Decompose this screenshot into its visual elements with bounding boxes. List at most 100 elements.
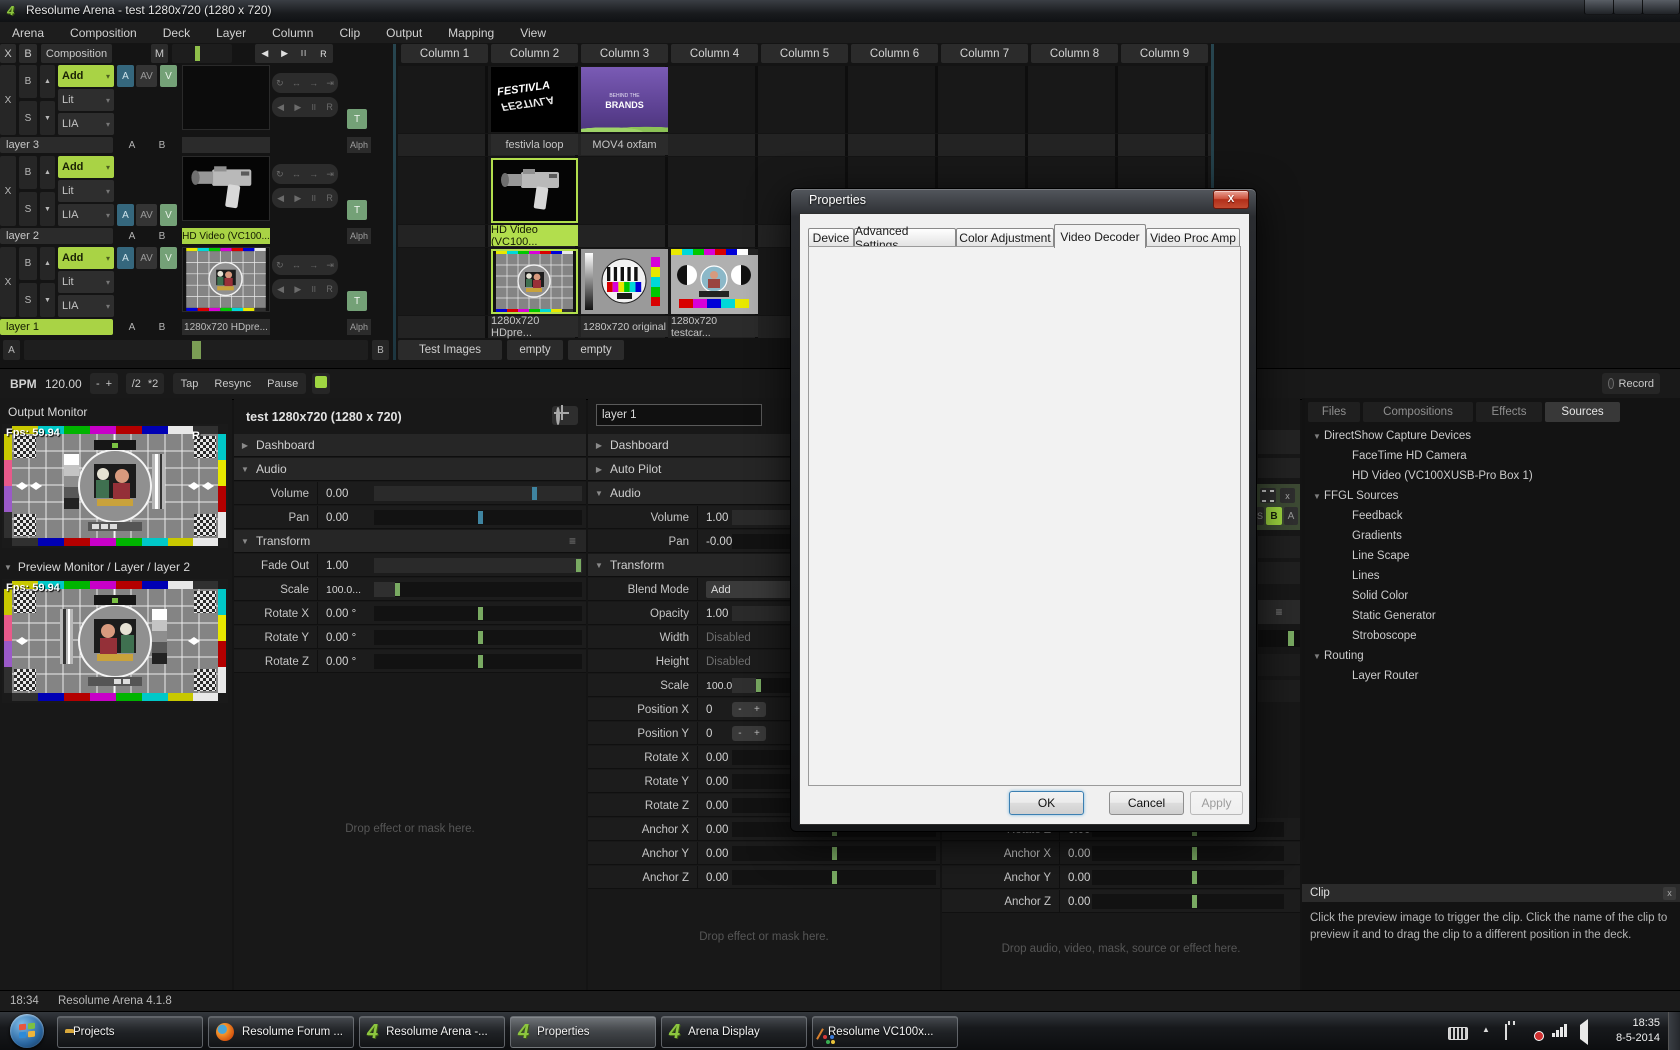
layer-2-t-button[interactable]: T — [347, 200, 367, 220]
layer-1-solo-button[interactable]: S — [19, 283, 37, 317]
clip-festivla-loop-thumb[interactable]: FESTIVLA FESTIVLA — [491, 67, 578, 132]
tree-item-gradients[interactable]: Gradients — [1302, 526, 1680, 546]
column-header-7[interactable]: Column 7 — [941, 44, 1028, 63]
tree-group-directshow[interactable]: ▼DirectShow Capture Devices — [1302, 426, 1680, 446]
tree-item-linescape[interactable]: Line Scape — [1302, 546, 1680, 566]
hamburger-icon[interactable]: ≡ — [569, 534, 576, 548]
slider-handle[interactable] — [832, 871, 837, 884]
maximize-button[interactable] — [1613, 0, 1643, 15]
menu-arena[interactable]: Arena — [12, 26, 44, 40]
play-once-icon[interactable]: ⇥ — [326, 260, 334, 271]
anchorx-slider[interactable] — [1092, 846, 1284, 861]
layer-3-t-button[interactable]: T — [347, 109, 367, 129]
crossfader-a-button[interactable]: A — [3, 340, 20, 360]
minimize-button[interactable] — [1584, 0, 1614, 15]
deck-tab-empty-1[interactable]: empty — [507, 340, 563, 360]
composition-gear-button[interactable] — [552, 406, 578, 425]
layer-1-clip-name[interactable]: 1280x720 HDpre... — [182, 319, 270, 335]
clip-festivla-loop-label[interactable]: festivla loop — [491, 134, 578, 155]
layer-2-av-button[interactable]: AV — [136, 204, 157, 226]
layer-3-lia-dropdown[interactable]: LIA▾ — [58, 113, 114, 135]
layer-2-clip-name[interactable]: HD Video (VC100... — [182, 228, 270, 244]
scale-slider[interactable] — [374, 582, 582, 597]
clip-mov4-oxfam-thumb[interactable]: BEHIND THE BRANDS — [581, 67, 668, 132]
slider-handle[interactable] — [1192, 871, 1197, 884]
layer-2-b-label[interactable]: B — [154, 228, 170, 244]
tree-item-layerrouter[interactable]: Layer Router — [1302, 666, 1680, 686]
slider-handle[interactable] — [532, 487, 537, 500]
layer-1-av-button[interactable]: AV — [136, 247, 157, 269]
clip-strip-hamburger[interactable]: ≡ — [1258, 600, 1300, 624]
row-value[interactable]: 0.00 ° — [326, 650, 356, 673]
forward-icon[interactable]: → — [309, 169, 318, 179]
dialog-close-button[interactable]: X — [1213, 190, 1249, 209]
layer-1-preview[interactable] — [182, 247, 270, 312]
resync-button[interactable]: Resync — [214, 378, 251, 390]
comp-section-dashboard[interactable]: ▶Dashboard — [234, 434, 586, 457]
layer-1-audio-button[interactable]: A — [117, 247, 134, 269]
layer-3-bypass-button[interactable]: B — [19, 65, 37, 98]
start-button[interactable] — [10, 1014, 44, 1048]
slider-handle[interactable] — [478, 511, 483, 524]
composition-bypass-button[interactable]: B — [19, 44, 37, 63]
loop-icon[interactable]: ↻ — [276, 260, 284, 271]
minus-button[interactable]: - — [738, 704, 741, 715]
tab-video-decoder[interactable]: Video Decoder — [1054, 224, 1146, 248]
plus-button[interactable]: + — [754, 704, 760, 715]
row-value[interactable]: 100.0... — [326, 578, 361, 601]
play-icon[interactable]: ▶ — [294, 102, 301, 113]
slider-handle[interactable] — [576, 559, 581, 572]
bpm-value[interactable]: 120.00 — [45, 377, 82, 391]
layer-1-b-label[interactable]: B — [154, 319, 170, 335]
layer-3-up-button[interactable]: ▲ — [40, 65, 55, 98]
clip-1280x720-original-thumb[interactable] — [581, 249, 668, 314]
tree-group-ffgl[interactable]: ▼FFGL Sources — [1302, 486, 1680, 506]
volume-icon[interactable] — [1580, 1019, 1588, 1045]
layer-1-video-button[interactable]: V — [160, 247, 177, 269]
tab-video-proc-amp[interactable]: Video Proc Amp — [1146, 228, 1240, 247]
layer-2-up-button[interactable]: ▲ — [40, 156, 55, 189]
tree-item-facetime[interactable]: FaceTime HD Camera — [1302, 446, 1680, 466]
tab-device[interactable]: Device — [808, 228, 854, 247]
column-header-3[interactable]: Column 3 — [581, 44, 668, 63]
row-value[interactable]: 0.00 — [706, 842, 728, 865]
taskbar-projects[interactable]: Projects — [57, 1016, 203, 1048]
composition-master-fader[interactable] — [172, 44, 232, 63]
composition-label[interactable]: Composition — [41, 44, 112, 63]
layer-1-name[interactable]: layer 1 — [0, 319, 113, 335]
layer-1-lia-dropdown[interactable]: LIA▾ — [58, 295, 114, 317]
tray-expand-icon[interactable]: ▲ — [1482, 1025, 1490, 1034]
deck-tab-empty-2[interactable]: empty — [568, 340, 624, 360]
row-value[interactable]: 0.00 — [1068, 842, 1090, 865]
menu-deck[interactable]: Deck — [163, 26, 190, 40]
layer-3-clip-name[interactable] — [182, 137, 270, 153]
network-icon[interactable] — [1552, 1024, 1568, 1037]
loop-icon[interactable]: ↻ — [276, 169, 284, 180]
row-value[interactable]: 0.00 — [706, 818, 728, 841]
transport-prev-icon[interactable]: ◀ — [261, 48, 268, 59]
tab-color-adjustment[interactable]: Color Adjustment — [956, 228, 1054, 247]
fullscreen-button[interactable] — [1260, 488, 1276, 503]
clip-hd-video-thumb[interactable] — [491, 158, 578, 223]
layer-3-audio-button[interactable]: A — [117, 65, 134, 87]
row-value[interactable]: 0.00 — [326, 506, 348, 529]
transport-play-icon[interactable]: ▶ — [281, 48, 288, 59]
layer-2-a-label[interactable]: A — [124, 228, 140, 244]
row-value[interactable]: 0 — [706, 698, 712, 721]
taskbar-resolume-arena[interactable]: 4Resolume Arena -... — [359, 1016, 505, 1048]
bpm-half-button[interactable]: /2 — [132, 378, 141, 390]
clip-b-button[interactable]: B — [1266, 507, 1282, 525]
clip-close-button[interactable]: x — [1280, 488, 1295, 503]
taskbar-resolume-vc100x[interactable]: Resolume VC100x... — [812, 1016, 958, 1048]
menu-composition[interactable]: Composition — [70, 26, 137, 40]
row-value[interactable]: 0.00 ° — [326, 626, 356, 649]
tree-item-feedback[interactable]: Feedback — [1302, 506, 1680, 526]
tab-compositions[interactable]: Compositions — [1363, 402, 1473, 422]
row-value[interactable]: 0.00 — [1068, 866, 1090, 889]
clip-1280x720-hdpre-thumb[interactable] — [491, 249, 578, 314]
anchory-slider[interactable] — [732, 846, 936, 861]
layer-3-preview[interactable] — [182, 65, 270, 130]
menu-mapping[interactable]: Mapping — [448, 26, 494, 40]
clip-1280x720-testcard-thumb[interactable] — [671, 249, 758, 314]
menu-view[interactable]: View — [520, 26, 546, 40]
